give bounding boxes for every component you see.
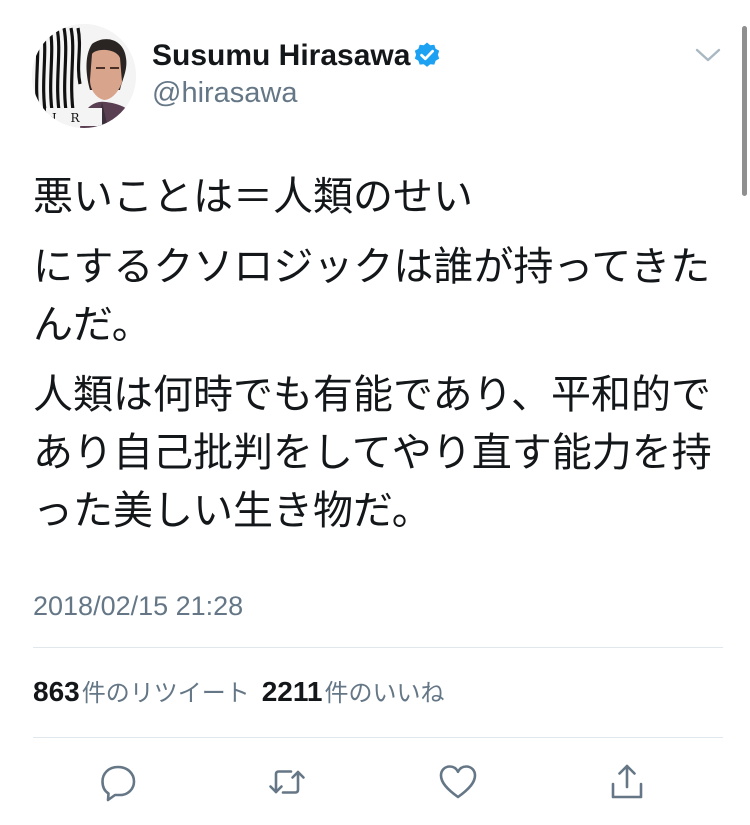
tweet-timestamp[interactable]: 2018/02/15 21:28 bbox=[33, 590, 243, 622]
reply-button[interactable] bbox=[97, 760, 141, 804]
user-handle[interactable]: @hirasawa bbox=[152, 76, 298, 110]
avatar-image: I R bbox=[32, 24, 136, 128]
likes-count: 2211 bbox=[261, 676, 323, 707]
share-icon bbox=[611, 764, 643, 799]
divider bbox=[33, 737, 723, 738]
divider bbox=[33, 647, 723, 648]
avatar-lettering: I R bbox=[52, 111, 85, 125]
share-button[interactable] bbox=[605, 760, 649, 804]
scrollbar[interactable] bbox=[742, 26, 747, 196]
retweets-label: 件のリツイート bbox=[81, 679, 250, 707]
like-button[interactable] bbox=[436, 760, 480, 804]
tweet-paragraph: 人類は何時でも有能であり、平和的であり自己批判をしてやり直す能力を持った美しい生… bbox=[33, 372, 712, 534]
retweet-button[interactable] bbox=[265, 760, 309, 804]
heart-icon bbox=[439, 765, 477, 799]
verified-badge-icon bbox=[414, 42, 440, 67]
tweet-card: I R Susumu Hirasawa @hirasawa 悪いことは＝人類のせ… bbox=[0, 0, 750, 825]
retweets-stat[interactable]: 863 件のリツイート bbox=[33, 676, 250, 709]
retweet-icon bbox=[269, 770, 305, 794]
reply-icon bbox=[101, 765, 136, 802]
engagement-stats: 863 件のリツイート 2211 件のいいね bbox=[33, 676, 444, 709]
likes-label: 件のいいね bbox=[324, 679, 445, 707]
tweet-paragraph: 悪いことは＝人類のせい bbox=[33, 174, 473, 220]
likes-stat[interactable]: 2211 件のいいね bbox=[262, 676, 445, 709]
tweet-paragraph: にするクソロジックは誰が持ってきたんだ。 bbox=[33, 244, 711, 348]
display-name[interactable]: Susumu Hirasawa bbox=[152, 38, 410, 74]
avatar[interactable]: I R bbox=[32, 24, 136, 128]
retweets-count: 863 bbox=[33, 676, 80, 707]
tweet-text: 悪いことは＝人類のせい にするクソロジックは誰が持ってきたんだ。 人類は何時でも… bbox=[33, 168, 723, 540]
chevron-down-icon[interactable] bbox=[694, 45, 722, 65]
